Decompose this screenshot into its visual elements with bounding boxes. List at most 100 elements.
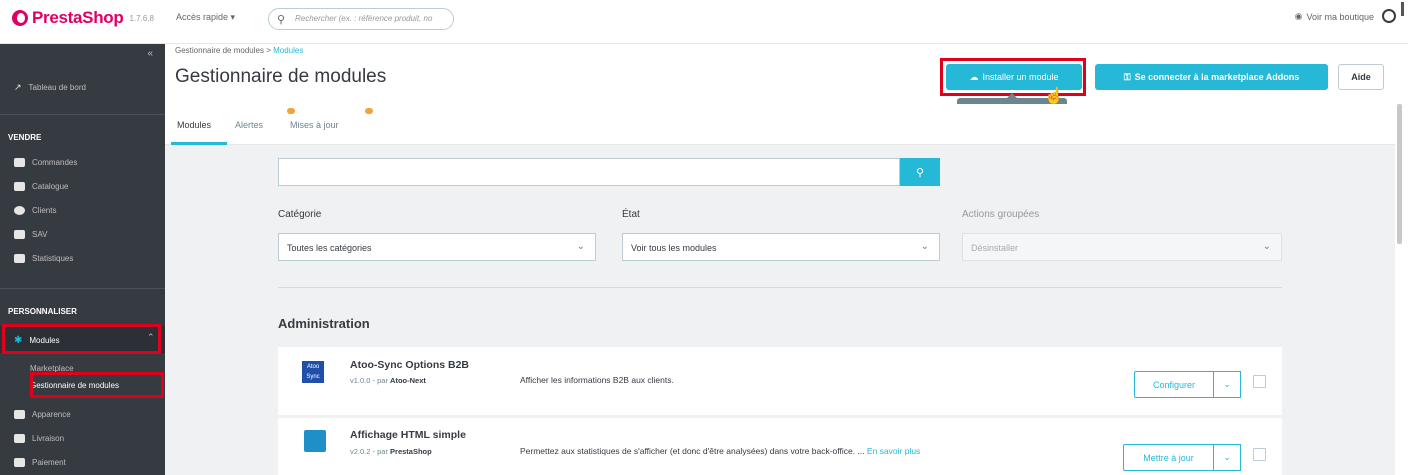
sidebar-item-label: SAV xyxy=(32,230,48,239)
module-author: PrestaShop xyxy=(390,447,432,456)
module-logo-text: Atoo Sync xyxy=(302,361,324,383)
sidebar: « ↗ Tableau de bord VENDRE Commandes Cat… xyxy=(0,44,165,475)
sidebar-divider xyxy=(0,288,165,289)
sidebar-item-dashboard[interactable]: ↗ Tableau de bord xyxy=(14,82,86,93)
breadcrumb-parent[interactable]: Gestionnaire de modules xyxy=(175,46,264,55)
sidebar-item-label: Commandes xyxy=(32,158,78,167)
sidebar-item-orders[interactable]: Commandes xyxy=(14,158,77,167)
breadcrumb-current[interactable]: Modules xyxy=(273,46,303,55)
stats-icon xyxy=(14,254,25,263)
sidebar-item-customers[interactable]: Clients xyxy=(14,206,56,215)
user-account-icon[interactable] xyxy=(1382,9,1396,23)
update-button[interactable]: Mettre à jour xyxy=(1123,444,1214,471)
module-description: Permettez aux statistiques de s'afficher… xyxy=(520,446,920,456)
module-search-button[interactable]: ⚲ xyxy=(900,158,940,186)
chevron-down-icon: ⌄ xyxy=(920,241,929,252)
module-card: Affichage HTML simple v2.0.2 - par Prest… xyxy=(278,417,1282,475)
eye-icon: ◉ xyxy=(1294,11,1303,21)
sidebar-item-label: Paiement xyxy=(32,458,66,467)
breadcrumb: Gestionnaire de modules > Modules xyxy=(175,46,303,55)
global-search-input[interactable]: ⚲ Rechercher (ex. : référence produit, n… xyxy=(268,8,454,30)
key-icon: ⚿ xyxy=(1123,71,1131,82)
view-shop-label: Voir ma boutique xyxy=(1306,11,1374,22)
module-select-checkbox[interactable] xyxy=(1253,448,1266,461)
help-button[interactable]: Aide xyxy=(1338,64,1384,90)
tab-updates[interactable]: Mises à jour xyxy=(290,120,339,130)
chevron-down-icon: ⌄ xyxy=(1262,241,1271,252)
collapse-sidebar-icon[interactable]: « xyxy=(147,48,153,59)
prestashop-logo[interactable]: PrestaShop 1.7.6.8 xyxy=(12,8,154,28)
state-select[interactable]: Voir tous les modules ⌄ xyxy=(622,233,940,261)
bulk-actions-label: Actions groupées xyxy=(962,209,1040,220)
hand-cursor-icon: ☝ xyxy=(1044,88,1064,105)
credit-card-icon xyxy=(14,458,25,467)
version-label: 1.7.6.8 xyxy=(129,13,154,23)
breadcrumb-separator: > xyxy=(266,46,271,55)
sidebar-section-sell: VENDRE xyxy=(8,133,42,142)
monitor-icon xyxy=(14,410,25,419)
sidebar-item-appearance[interactable]: Apparence xyxy=(14,410,71,419)
sidebar-item-label: Tableau de bord xyxy=(28,83,86,92)
learn-more-link[interactable]: En savoir plus xyxy=(867,446,920,456)
sidebar-item-label: Catalogue xyxy=(32,182,69,191)
highlight-modules xyxy=(2,324,161,354)
alerts-badge xyxy=(287,108,295,114)
bulk-actions-value: Désinstaller xyxy=(971,243,1019,253)
sidebar-item-label: Clients xyxy=(32,206,57,215)
sidebar-item-label: Statistiques xyxy=(32,254,74,263)
module-name: Atoo-Sync Options B2B xyxy=(350,359,470,371)
top-bar: PrestaShop 1.7.6.8 Accès rapide ▾ ⚲ Rech… xyxy=(0,0,1408,44)
html-block-logo-icon xyxy=(304,430,326,452)
module-select-checkbox[interactable] xyxy=(1253,375,1266,388)
chevron-down-icon: ⌄ xyxy=(1223,452,1231,462)
sidebar-item-shipping[interactable]: Livraison xyxy=(14,434,64,443)
puffin-logo-icon xyxy=(12,10,28,26)
connect-addons-button[interactable]: ⚿ Se connecter à la marketplace Addons xyxy=(1095,64,1328,90)
updates-badge xyxy=(365,108,373,114)
category-section-title: Administration xyxy=(278,316,370,331)
view-shop-link[interactable]: ◉ Voir ma boutique xyxy=(1295,11,1374,22)
chevron-down-icon: ⌄ xyxy=(1223,379,1231,389)
quick-access-menu[interactable]: Accès rapide ▾ xyxy=(176,12,235,23)
tab-modules[interactable]: Modules xyxy=(177,120,211,130)
module-meta: v2.0.2 - par PrestaShop xyxy=(350,447,432,456)
logo-text: PrestaShop xyxy=(32,8,124,27)
state-value: Voir tous les modules xyxy=(631,243,717,253)
sidebar-item-catalog[interactable]: Catalogue xyxy=(14,182,68,191)
module-meta: v1.0.0 - par Atoo-Next xyxy=(350,376,426,385)
tabs-bar: Modules Alertes Mises à jour xyxy=(165,104,1395,145)
module-author: Atoo-Next xyxy=(390,376,426,385)
sidebar-item-label: Livraison xyxy=(32,434,65,443)
tab-alerts[interactable]: Alertes xyxy=(235,120,263,130)
configure-button[interactable]: Configurer xyxy=(1134,371,1214,398)
divider xyxy=(278,287,1282,288)
module-card: Atoo Sync Atoo-Sync Options B2B v1.0.0 -… xyxy=(278,347,1282,415)
customer-icon xyxy=(14,206,25,215)
atoo-sync-logo: Atoo Sync xyxy=(302,361,324,383)
bulk-actions-select: Désinstaller ⌄ xyxy=(962,233,1282,261)
state-label: État xyxy=(622,209,640,220)
module-name: Affichage HTML simple xyxy=(350,429,466,441)
chat-icon xyxy=(14,230,25,239)
truck-icon xyxy=(14,434,25,443)
sidebar-item-payment[interactable]: Paiement xyxy=(14,458,66,467)
sidebar-section-customize: PERSONNALISER xyxy=(8,307,77,316)
connect-addons-label: Se connecter à la marketplace Addons xyxy=(1134,72,1300,82)
catalog-icon xyxy=(14,182,25,191)
module-actions-dropdown[interactable]: ⌄ xyxy=(1214,371,1241,398)
window-scrollbar[interactable] xyxy=(1401,2,1404,16)
trend-icon: ↗ xyxy=(14,82,22,92)
module-actions-dropdown[interactable]: ⌄ xyxy=(1214,444,1241,471)
highlight-install-button xyxy=(940,58,1086,96)
sidebar-item-sav[interactable]: SAV xyxy=(14,230,47,239)
page-scrollbar[interactable] xyxy=(1397,104,1402,244)
sidebar-item-stats[interactable]: Statistiques xyxy=(14,254,73,263)
module-search-input[interactable] xyxy=(278,158,900,186)
category-value: Toutes les catégories xyxy=(287,243,372,253)
category-select[interactable]: Toutes les catégories ⌄ xyxy=(278,233,596,261)
search-icon: ⚲ xyxy=(915,166,925,179)
module-version: v1.0.0 - par xyxy=(350,376,388,385)
module-version: v2.0.2 - par xyxy=(350,447,388,456)
page-title: Gestionnaire de modules xyxy=(175,66,387,87)
sidebar-divider xyxy=(0,114,165,115)
